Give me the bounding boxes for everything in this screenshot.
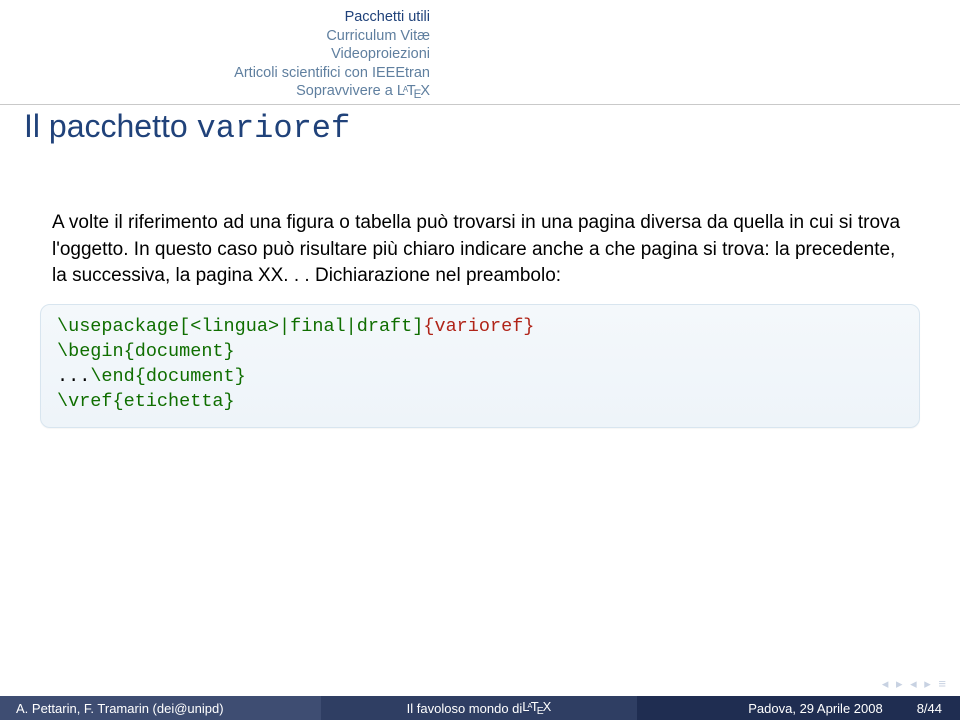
section-nav[interactable]: Pacchetti utili Curriculum Vitæ Videopro…	[234, 8, 430, 103]
footline: A. Pettarin, F. Tramarin (dei@unipd) Il …	[0, 696, 960, 720]
latex-logo: LATEX	[522, 699, 551, 717]
title-package-name: varioref	[197, 110, 351, 147]
tex-command: \vref{etichetta}	[57, 391, 235, 412]
frame-title: Il pacchetto varioref	[24, 108, 350, 147]
code-line: \usepackage[<lingua>|final|draft]{varior…	[57, 315, 903, 340]
footline-date-page: Padova, 29 Aprile 2008 8/44	[637, 696, 960, 720]
nav-item[interactable]: Curriculum Vitæ	[234, 27, 430, 46]
nav-item[interactable]: Sopravvivere a LATEX	[234, 82, 430, 103]
footline-date: Padova, 29 Aprile 2008	[748, 701, 882, 716]
footline-title: Il favoloso mondo di LATEX	[321, 696, 638, 720]
nav-item[interactable]: Videoproiezioni	[234, 45, 430, 64]
tex-command: \begin{document}	[57, 341, 235, 362]
frame-body: A volte il riferimento ad una figura o t…	[52, 210, 908, 428]
nav-item[interactable]: Articoli scientifici con IEEEtran	[234, 64, 430, 83]
code-line: ...\end{document}	[57, 365, 903, 390]
footline-authors: A. Pettarin, F. Tramarin (dei@unipd)	[0, 696, 321, 720]
code-text: ...	[57, 366, 90, 387]
tex-argument: {varioref}	[423, 316, 534, 337]
tex-command: \end{document}	[90, 366, 245, 387]
code-block: \usepackage[<lingua>|final|draft]{varior…	[40, 304, 920, 428]
body-paragraph: A volte il riferimento ad una figura o t…	[52, 210, 908, 290]
footline-title-prefix: Il favoloso mondo di	[407, 701, 523, 716]
nav-item-prefix: Sopravvivere a	[296, 83, 397, 99]
tex-option: [<lingua>|final|draft]	[179, 316, 423, 337]
title-prefix: Il pacchetto	[24, 108, 197, 144]
nav-item[interactable]: Pacchetti utili	[234, 8, 430, 27]
latex-logo: LATEX	[397, 83, 430, 99]
tex-command: \usepackage	[57, 316, 179, 337]
beamer-nav-symbols[interactable]: ◂ ▸ ◂ ▸ ≡	[882, 676, 948, 692]
footline-page: 8/44	[917, 701, 942, 716]
code-line: \vref{etichetta}	[57, 390, 903, 415]
title-rule	[0, 104, 960, 105]
code-line: \begin{document}	[57, 340, 903, 365]
